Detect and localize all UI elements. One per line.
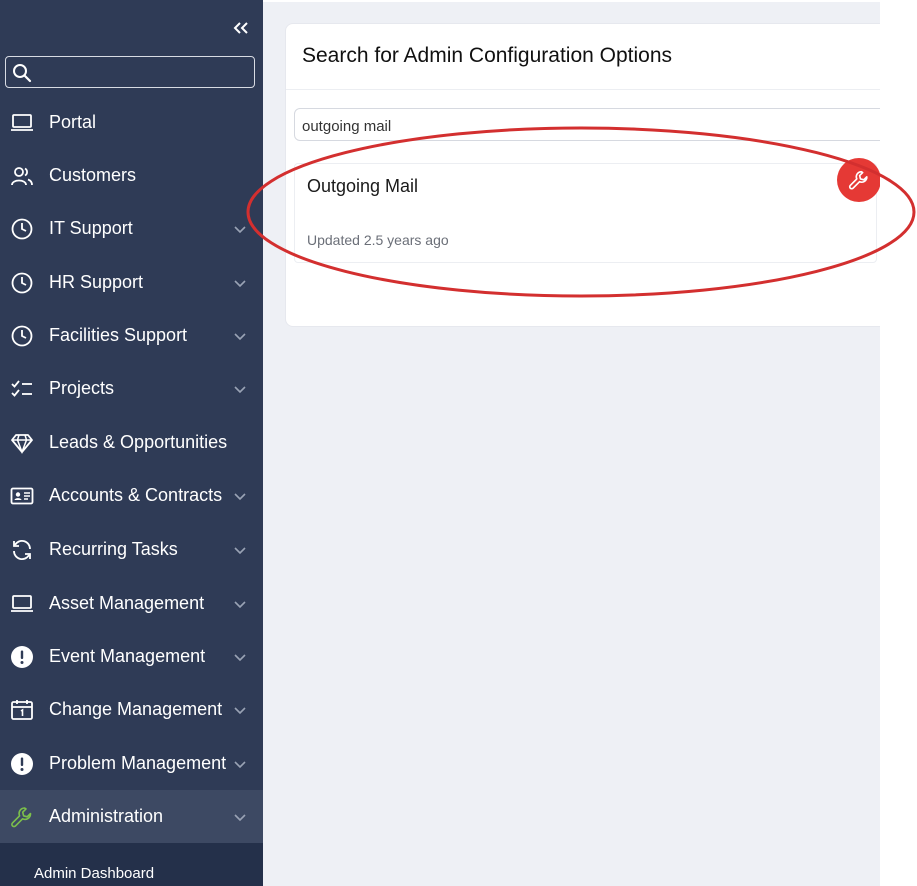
chevron-down-icon	[234, 761, 246, 769]
calendar-icon	[11, 700, 33, 720]
sidebar-item-label: Event Management	[49, 646, 206, 666]
config-search-box[interactable]	[294, 108, 894, 141]
laptop-icon	[11, 114, 33, 131]
sidebar-item-hr-support[interactable]: HR Support	[0, 256, 263, 309]
admin-config-search-card: Search for Admin Configuration Options O…	[285, 23, 906, 327]
checklist-icon	[11, 380, 32, 397]
sidebar-item-label: Leads & Opportunities	[49, 432, 228, 452]
sidebar-item-label: Accounts & Contracts	[49, 485, 223, 505]
sidebar-item-facilities-support[interactable]: Facilities Support	[0, 309, 263, 362]
config-search-input[interactable]	[300, 114, 884, 138]
users-icon	[11, 167, 33, 186]
chevron-down-icon	[234, 547, 246, 555]
chevron-down-icon	[234, 333, 246, 341]
sidebar-item-leads-opportunities[interactable]: Leads & Opportunities	[0, 416, 263, 469]
sidebar-item-label: HR Support	[49, 272, 144, 292]
chevron-down-icon	[234, 654, 246, 662]
sidebar-subitem-label: Admin Dashboard	[34, 865, 155, 882]
chevron-down-icon	[234, 814, 246, 822]
sidebar-item-label: Customers	[49, 165, 137, 185]
alert-icon	[11, 753, 33, 775]
sidebar-item-administration[interactable]: Administration	[0, 790, 263, 843]
sidebar-item-label: Change Management	[49, 699, 223, 719]
chevron-down-icon	[234, 707, 246, 715]
wrench-icon	[848, 170, 868, 190]
sidebar-item-label: Problem Management	[49, 753, 227, 773]
sidebar-item-problem-management[interactable]: Problem Management	[0, 737, 263, 790]
sidebar-item-label: IT Support	[49, 218, 133, 238]
sidebar-item-change-management[interactable]: Change Management	[0, 683, 263, 736]
sidebar-search-input[interactable]	[38, 60, 252, 86]
alert-icon	[11, 646, 33, 668]
result-config-button[interactable]	[837, 158, 881, 202]
top-divider	[263, 0, 880, 2]
sidebar-item-portal[interactable]: Portal	[0, 96, 263, 149]
sidebar-item-recurring-tasks[interactable]: Recurring Tasks	[0, 523, 263, 576]
sidebar-subitem-admin-dashboard[interactable]: Admin Dashboard	[0, 843, 263, 886]
laptop-icon	[11, 595, 33, 612]
clock-icon	[11, 218, 33, 240]
diamond-icon	[11, 434, 33, 455]
wrench-icon	[11, 807, 32, 828]
refresh-icon	[13, 539, 31, 561]
sidebar: Portal Customers IT Support HR Support F…	[0, 0, 263, 886]
sidebar-item-label: Administration	[49, 806, 164, 826]
chevron-down-icon	[234, 493, 246, 501]
id-card-icon	[10, 487, 34, 505]
sidebar-item-event-management[interactable]: Event Management	[0, 630, 263, 683]
card-divider	[286, 89, 906, 90]
sidebar-item-label: Facilities Support	[49, 325, 188, 345]
chevron-down-icon	[234, 386, 246, 394]
sidebar-item-it-support[interactable]: IT Support	[0, 202, 263, 255]
sidebar-item-label: Projects	[49, 378, 115, 398]
result-title: Outgoing Mail	[307, 176, 419, 196]
chevron-down-icon	[234, 601, 246, 609]
search-result-item[interactable]: Outgoing Mail Updated 2.5 years ago	[294, 163, 877, 263]
chevron-down-icon	[234, 226, 246, 234]
clock-icon	[11, 272, 33, 294]
double-chevron-left-icon	[233, 22, 248, 34]
search-icon	[13, 64, 32, 83]
sidebar-item-accounts-contracts[interactable]: Accounts & Contracts	[0, 469, 263, 522]
sidebar-item-projects[interactable]: Projects	[0, 362, 263, 415]
page-title: Search for Admin Configuration Options	[302, 44, 673, 67]
collapse-sidebar-button[interactable]	[229, 17, 253, 39]
sidebar-item-customers[interactable]: Customers	[0, 149, 263, 202]
clock-icon	[11, 325, 33, 347]
sidebar-item-label: Recurring Tasks	[49, 539, 178, 559]
right-blank-area	[880, 0, 917, 886]
chevron-down-icon	[234, 280, 246, 288]
sidebar-search[interactable]	[5, 56, 255, 88]
main-content: Search for Admin Configuration Options O…	[263, 0, 906, 886]
result-updated-time: Updated 2.5 years ago	[307, 232, 449, 248]
sidebar-item-label: Asset Management	[49, 593, 205, 613]
sidebar-item-label: Portal	[49, 112, 97, 132]
sidebar-item-asset-management[interactable]: Asset Management	[0, 577, 263, 630]
